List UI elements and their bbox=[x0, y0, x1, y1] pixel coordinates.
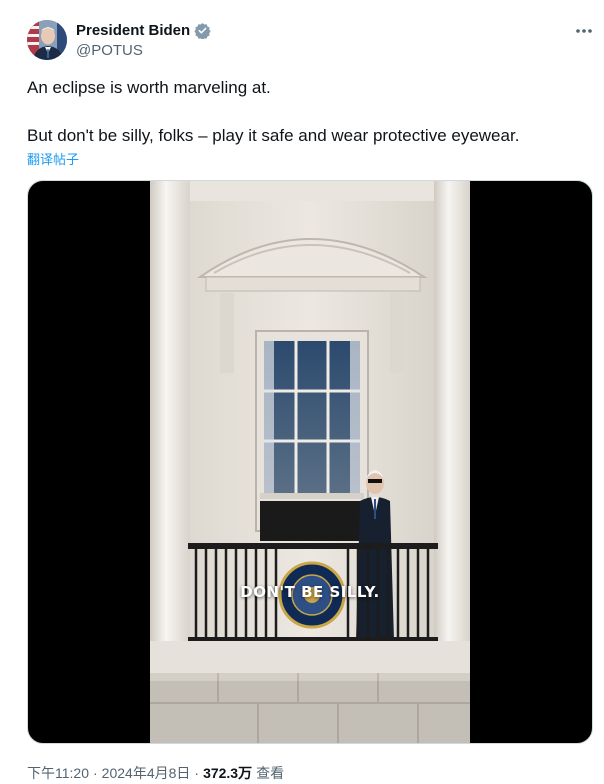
tweet-text-line-2: But don't be silly, folks – play it safe… bbox=[27, 126, 520, 145]
separator-dot: · bbox=[93, 765, 98, 781]
tweet-text: An eclipse is worth marveling at. But do… bbox=[27, 76, 587, 148]
separator-dot: · bbox=[194, 765, 200, 781]
tweet-time[interactable]: 下午11:20 bbox=[27, 763, 89, 783]
video-frame bbox=[150, 181, 470, 743]
more-options-icon[interactable] bbox=[572, 20, 596, 42]
video-player[interactable]: DON'T BE SILLY. bbox=[27, 180, 593, 744]
views-label: 查看 bbox=[256, 765, 285, 781]
tweet-text-line-1: An eclipse is worth marveling at. bbox=[27, 78, 271, 97]
author-name-row: President Biden bbox=[76, 22, 211, 40]
tweet-date[interactable]: 2024年4月8日 bbox=[102, 763, 191, 783]
verified-badge-icon[interactable] bbox=[194, 22, 211, 40]
views-count: 372.3万 bbox=[203, 765, 253, 781]
tweet: President Biden @POTUS An eclipse is wor… bbox=[0, 0, 604, 784]
avatar-image bbox=[27, 20, 67, 60]
video-caption: DON'T BE SILLY. bbox=[240, 583, 380, 601]
author-display-name[interactable]: President Biden bbox=[76, 22, 190, 39]
author-handle[interactable]: @POTUS bbox=[76, 42, 143, 59]
translate-post-link[interactable]: 翻译帖子 bbox=[27, 149, 79, 168]
author-avatar[interactable] bbox=[27, 20, 67, 60]
tweet-metadata: 下午11:20 · 2024年4月8日 · 372.3万 查看 bbox=[27, 763, 284, 783]
